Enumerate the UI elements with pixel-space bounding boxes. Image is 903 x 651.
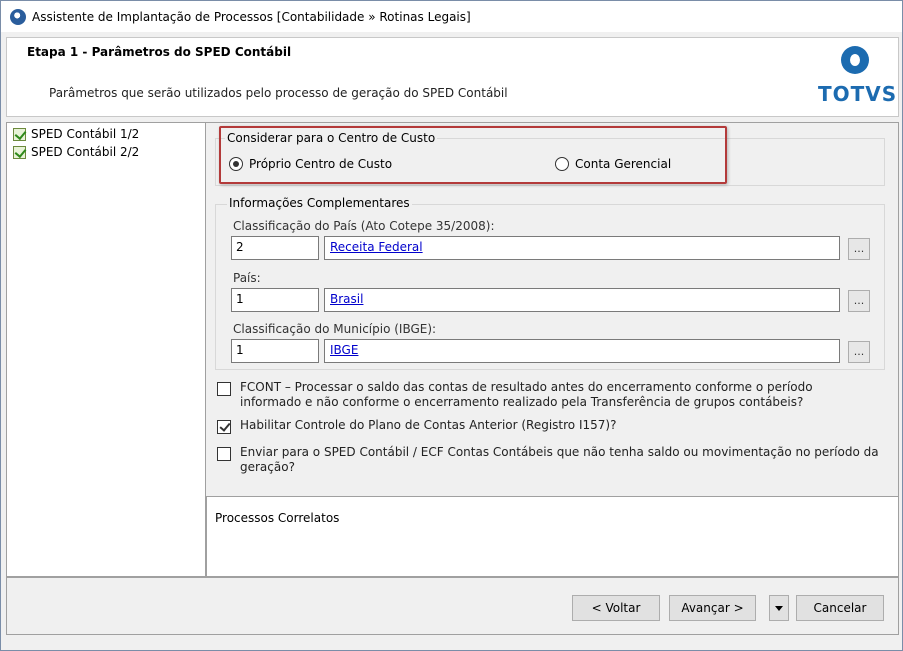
cancel-button[interactable]: Cancelar — [796, 595, 884, 621]
tree-item-step-1[interactable]: SPED Contábil 1/2 — [13, 126, 205, 142]
send-zero-balance-checkbox[interactable]: Enviar para o SPED Contábil / ECF Contas… — [217, 445, 885, 475]
checkbox-label: Enviar para o SPED Contábil / ECF Contas… — [240, 445, 879, 474]
complementary-info-label: Informações Complementares — [227, 196, 412, 210]
lookup-link[interactable]: IBGE — [330, 343, 358, 357]
tree-item-label: SPED Contábil 1/2 — [31, 127, 140, 141]
title-bar: Assistente de Implantação de Processos [… — [1, 1, 902, 32]
options-dropdown-button[interactable] — [769, 595, 789, 621]
checkbox-unchecked-icon — [217, 382, 231, 396]
app-icon — [10, 8, 26, 25]
checked-task-icon — [13, 145, 26, 159]
country-classification-search-button[interactable]: ... — [848, 238, 870, 260]
checkbox-label: FCONT – Processar o saldo das contas de … — [240, 380, 813, 409]
municipality-search-button[interactable]: ... — [848, 341, 870, 363]
country-search-button[interactable]: ... — [848, 290, 870, 312]
radio-unselected-icon — [555, 157, 569, 171]
checkbox-unchecked-icon — [217, 447, 231, 461]
radio-own-cost-center[interactable]: Próprio Centro de Custo — [229, 157, 392, 171]
checkbox-label: Habilitar Controle do Plano de Contas An… — [240, 418, 617, 432]
lookup-link[interactable]: Brasil — [330, 292, 363, 306]
wizard-window: Assistente de Implantação de Processos [… — [0, 0, 903, 651]
country-classification-code-input[interactable]: 2 — [231, 236, 319, 260]
totvs-logo-icon — [841, 46, 869, 74]
radio-label: Próprio Centro de Custo — [249, 157, 393, 171]
step-title: Etapa 1 - Parâmetros do SPED Contábil — [27, 45, 292, 59]
logo-text: TOTVS — [818, 82, 898, 106]
checkbox-checked-icon — [217, 420, 231, 434]
country-classification-label: Classificação do País (Ato Cotepe 35/200… — [233, 219, 495, 233]
lookup-link[interactable]: Receita Federal — [330, 240, 423, 254]
steps-tree: SPED Contábil 1/2 SPED Contábil 2/2 — [6, 122, 206, 577]
related-processes-title: Processos Correlatos — [215, 511, 340, 525]
municipality-code-input[interactable]: 1 — [231, 339, 319, 363]
checked-task-icon — [13, 127, 26, 141]
radio-label: Conta Gerencial — [575, 157, 672, 171]
related-processes-panel: Processos Correlatos — [206, 496, 899, 577]
country-classification-lookup[interactable]: Receita Federal — [324, 236, 840, 260]
highlight-box — [219, 126, 727, 184]
radio-management-account[interactable]: Conta Gerencial — [555, 157, 671, 171]
country-code-input[interactable]: 1 — [231, 288, 319, 312]
country-label: País: — [233, 271, 261, 285]
wizard-header: Etapa 1 - Parâmetros do SPED Contábil Pa… — [6, 37, 899, 117]
back-button[interactable]: < Voltar — [572, 595, 660, 621]
window-title: Assistente de Implantação de Processos [… — [32, 9, 471, 24]
municipality-lookup[interactable]: IBGE — [324, 339, 840, 363]
tree-item-label: SPED Contábil 2/2 — [31, 145, 140, 159]
country-lookup[interactable]: Brasil — [324, 288, 840, 312]
step-description: Parâmetros que serão utilizados pelo pro… — [49, 86, 508, 100]
fcont-checkbox[interactable]: FCONT – Processar o saldo das contas de … — [217, 380, 877, 410]
tree-item-step-2[interactable]: SPED Contábil 2/2 — [13, 144, 205, 160]
totvs-logo: TOTVS — [818, 46, 898, 110]
previous-chart-control-checkbox[interactable]: Habilitar Controle do Plano de Contas An… — [217, 418, 877, 434]
municipality-classification-label: Classificação do Município (IBGE): — [233, 322, 437, 336]
next-button[interactable]: Avançar > — [669, 595, 756, 621]
radio-selected-icon — [229, 157, 243, 171]
wizard-footer: < Voltar Avançar > Cancelar — [6, 577, 899, 635]
